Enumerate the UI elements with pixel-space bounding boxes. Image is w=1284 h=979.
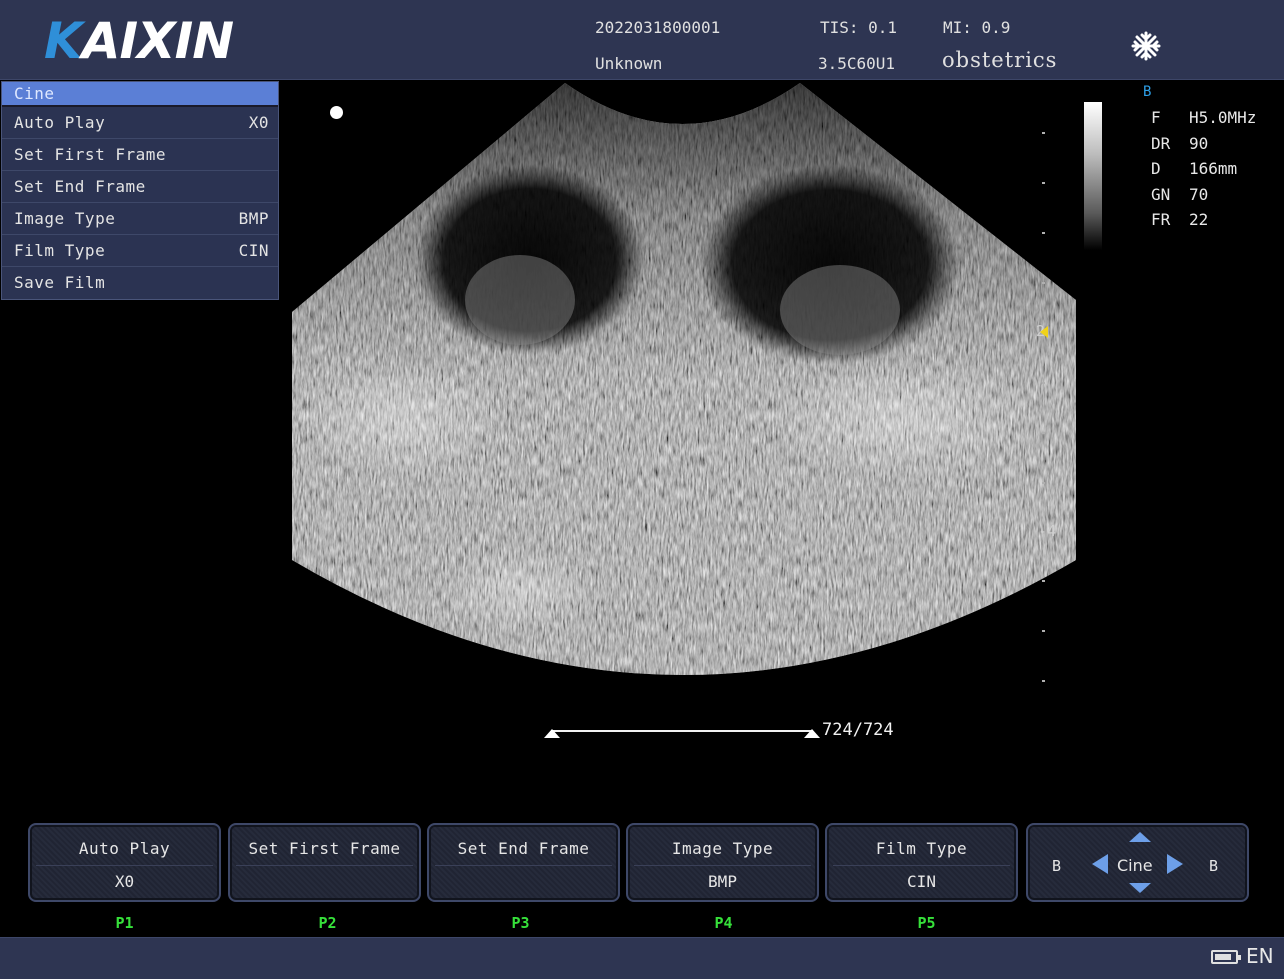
probe-model: 3.5C60U1 xyxy=(818,54,896,73)
battery-icon xyxy=(1211,950,1241,964)
cine-timeline[interactable] xyxy=(552,730,812,732)
softkey-label: Set End Frame xyxy=(457,839,590,858)
menu-item-auto-play[interactable]: Auto Play X0 xyxy=(2,107,278,139)
exam-preset: obstetrics xyxy=(942,48,1058,72)
depth-tick xyxy=(1042,182,1045,184)
nav-left-label: B xyxy=(1052,857,1062,875)
softkey-label: Image Type xyxy=(671,839,774,858)
softkey-bar: Auto Play X0 P1 Set First Frame P2 Set E… xyxy=(0,820,1284,936)
softkey-label: Auto Play xyxy=(78,839,171,858)
softkey-divider xyxy=(236,865,413,866)
depth-tick xyxy=(1042,282,1045,284)
depth-tick xyxy=(1042,382,1045,384)
softkey-set-first-frame[interactable]: Set First Frame xyxy=(228,823,421,902)
nav-center-label: Cine xyxy=(1117,856,1153,875)
brand-logo: KAIXIN xyxy=(44,12,234,70)
param-gain: GN 70 xyxy=(1151,184,1209,204)
softkey-number-p3: P3 xyxy=(511,914,530,932)
cine-menu: Cine Auto Play X0 Set First Frame Set End… xyxy=(1,81,279,300)
softkey-divider xyxy=(634,865,811,866)
header-bar: KAIXIN 2022031800001 Unknown TIS: 0.1 MI… xyxy=(0,0,1284,80)
focus-marker[interactable] xyxy=(1040,326,1048,338)
arrow-down-icon[interactable] xyxy=(1129,883,1151,893)
softkey-label: Film Type xyxy=(875,839,968,858)
depth-label-minus4: -4 xyxy=(1038,522,1057,540)
softkey-number-p2: P2 xyxy=(318,914,337,932)
softkey-value: CIN xyxy=(907,872,936,891)
menu-item-image-type[interactable]: Image Type BMP xyxy=(2,203,278,235)
cine-start-marker[interactable] xyxy=(544,729,560,738)
softkey-value: X0 xyxy=(114,872,135,891)
param-depth: D 166mm xyxy=(1151,159,1238,178)
arrow-right-icon[interactable] xyxy=(1167,854,1183,874)
menu-item-set-first-frame[interactable]: Set First Frame xyxy=(2,139,278,171)
menu-item-set-end-frame[interactable]: Set End Frame xyxy=(2,171,278,203)
tis-readout: TIS: 0.1 xyxy=(820,18,898,37)
softkey-divider xyxy=(833,865,1010,866)
softkey-film-type[interactable]: Film Type CIN xyxy=(825,823,1018,902)
orientation-marker xyxy=(330,106,343,119)
menu-item-save-film[interactable]: Save Film xyxy=(2,267,278,299)
battery-level xyxy=(1215,954,1231,960)
depth-tick xyxy=(1042,580,1045,582)
param-frame-rate: FR 22 xyxy=(1151,210,1209,229)
softkey-image-type[interactable]: Image Type BMP xyxy=(626,823,819,902)
mi-readout: MI: 0.9 xyxy=(943,18,1011,37)
menu-title-cine[interactable]: Cine xyxy=(2,82,278,107)
arrow-up-icon[interactable] xyxy=(1129,832,1151,842)
imaging-mode-label: B xyxy=(1143,84,1152,100)
softkey-label: Set First Frame xyxy=(248,839,401,858)
softkey-set-end-frame[interactable]: Set End Frame xyxy=(427,823,620,902)
menu-item-film-type[interactable]: Film Type CIN xyxy=(2,235,278,267)
status-bar xyxy=(0,937,1284,979)
imaging-params-panel: F H5.0MHz DR 90 D 166mm GN 70 FR 22 xyxy=(1151,108,1256,236)
depth-tick xyxy=(1042,630,1045,632)
patient-id: 2022031800001 xyxy=(595,18,721,37)
grayscale-bar xyxy=(1084,102,1102,250)
softkey-value: BMP xyxy=(708,872,737,891)
cine-end-marker[interactable] xyxy=(804,729,820,738)
nav-right-label: B xyxy=(1209,857,1219,875)
depth-tick xyxy=(1042,680,1045,682)
cine-nav-control[interactable]: B Cine B xyxy=(1026,823,1249,902)
input-language[interactable]: EN xyxy=(1246,944,1274,968)
softkey-auto-play[interactable]: Auto Play X0 xyxy=(28,823,221,902)
softkey-divider xyxy=(36,865,213,866)
cine-frame-counter: 724/724 xyxy=(822,720,894,740)
patient-name: Unknown xyxy=(595,54,663,73)
snowflake-icon xyxy=(1131,31,1161,61)
depth-tick xyxy=(1042,482,1045,484)
depth-tick xyxy=(1042,132,1045,134)
depth-tick xyxy=(1042,232,1045,234)
softkey-number-p1: P1 xyxy=(115,914,134,932)
arrow-left-icon[interactable] xyxy=(1092,854,1108,874)
param-dynamic-range: DR 90 xyxy=(1151,133,1209,153)
softkey-number-p5: P5 xyxy=(917,914,936,932)
depth-tick xyxy=(1042,432,1045,434)
softkey-divider xyxy=(435,865,612,866)
depth-scale: 2 -4 xyxy=(1030,120,1070,700)
param-frequency: F H5.0MHz xyxy=(1151,108,1257,127)
softkey-number-p4: P4 xyxy=(714,914,733,932)
